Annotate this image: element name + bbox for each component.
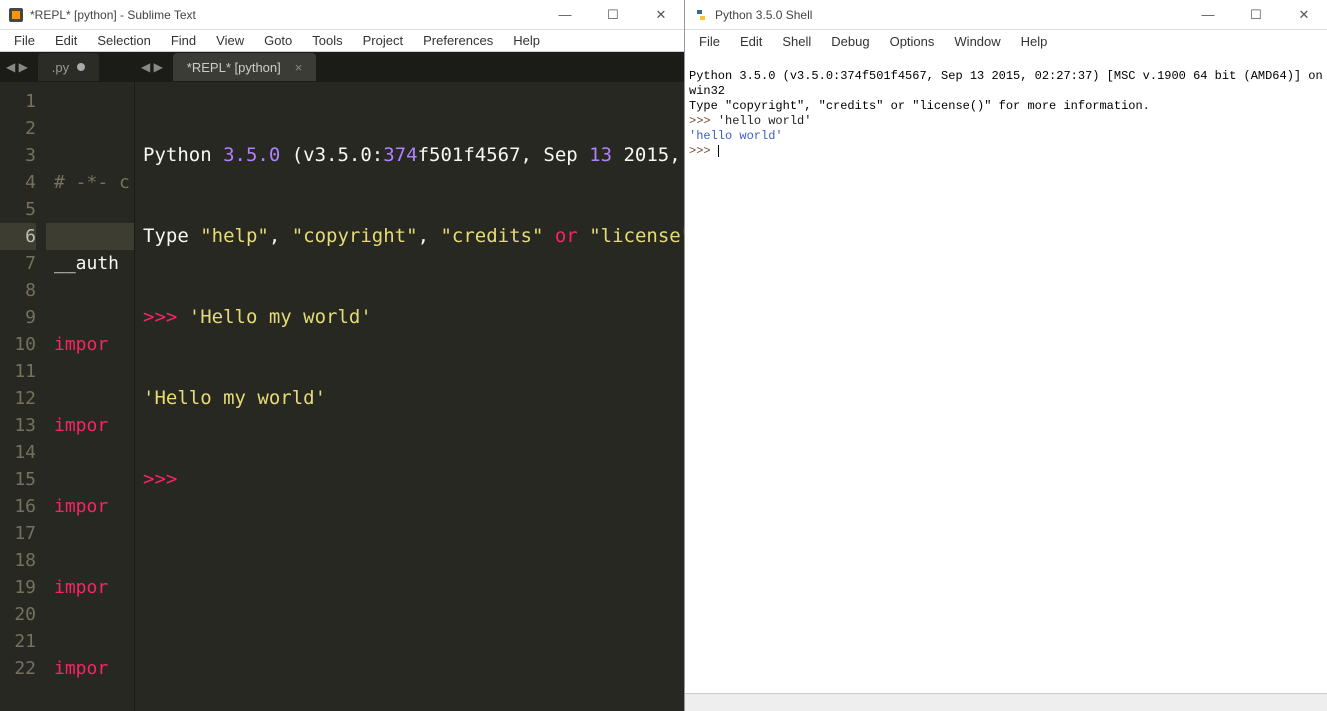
menu-debug[interactable]: Debug [821, 32, 879, 51]
menu-find[interactable]: Find [161, 31, 206, 50]
minimize-button[interactable]: — [1193, 7, 1223, 23]
sublime-title: *REPL* [python] - Sublime Text [30, 8, 550, 22]
idle-window: Python 3.5.0 Shell — ☐ ✕ File Edit Shell… [684, 0, 1327, 711]
idle-output: 'hello world' [689, 129, 783, 143]
menu-help[interactable]: Help [1011, 32, 1058, 51]
sublime-titlebar[interactable]: *REPL* [python] - Sublime Text — ☐ ✕ [0, 0, 684, 30]
repl-output[interactable]: Python 3.5.0 (v3.5.0:374f501f4567, Sep 1… [135, 82, 684, 711]
idle-titlebar[interactable]: Python 3.5.0 Shell — ☐ ✕ [685, 0, 1327, 30]
line-gutter: 1 2 3 4 5 6 7 8 9 10 11 12 13 14 15 16 1 [0, 82, 46, 711]
right-editor-group: ◀ ▶ *REPL* [python] × Python 3.5.0 (v3.5… [135, 52, 684, 711]
sublime-body: ◀ ▶ .py 1 2 3 4 5 6 7 8 9 10 [0, 52, 684, 711]
idle-user-input: 'hello world' [718, 114, 812, 128]
window-controls: — ☐ ✕ [1193, 7, 1319, 23]
tab-py-file[interactable]: .py [38, 53, 99, 81]
menu-window[interactable]: Window [944, 32, 1010, 51]
text-cursor-icon [718, 145, 719, 157]
left-tab-row: ◀ ▶ .py [0, 52, 134, 82]
left-code[interactable]: # -*- c __auth impor impor impor impor i… [46, 82, 134, 711]
repl-type-line: Type "help", "copyright", "credits" or "… [143, 223, 684, 250]
sublime-menubar: File Edit Selection Find View Goto Tools… [0, 30, 684, 52]
menu-selection[interactable]: Selection [87, 31, 160, 50]
tab-close-icon[interactable]: × [295, 60, 303, 75]
close-button[interactable]: ✕ [1289, 7, 1319, 23]
menu-preferences[interactable]: Preferences [413, 31, 503, 50]
menu-file[interactable]: File [689, 32, 730, 51]
idle-prompt: >>> [689, 114, 718, 128]
menu-options[interactable]: Options [880, 32, 945, 51]
sublime-window: *REPL* [python] - Sublime Text — ☐ ✕ Fil… [0, 0, 684, 711]
tab-label: *REPL* [python] [187, 60, 281, 75]
dirty-indicator-icon [77, 63, 85, 71]
close-button[interactable]: ✕ [646, 7, 676, 23]
left-editor[interactable]: 1 2 3 4 5 6 7 8 9 10 11 12 13 14 15 16 1 [0, 82, 134, 711]
menu-goto[interactable]: Goto [254, 31, 302, 50]
menu-tools[interactable]: Tools [302, 31, 352, 50]
left-editor-group: ◀ ▶ .py 1 2 3 4 5 6 7 8 9 10 [0, 52, 135, 711]
menu-edit[interactable]: Edit [45, 31, 87, 50]
tab-repl[interactable]: *REPL* [python] × [173, 53, 317, 81]
minimize-button[interactable]: — [550, 7, 580, 23]
menu-project[interactable]: Project [353, 31, 413, 50]
idle-type-line: Type "copyright", "credits" or "license(… [689, 99, 1150, 113]
tab-label: .py [52, 60, 69, 75]
right-tab-row: ◀ ▶ *REPL* [python] × [135, 52, 684, 82]
idle-prompt: >>> [689, 144, 718, 158]
menu-shell[interactable]: Shell [772, 32, 821, 51]
repl-input-line: >>> 'Hello my world' [143, 304, 684, 331]
sublime-app-icon [8, 7, 24, 23]
idle-statusbar [685, 693, 1327, 711]
group-nav-icon[interactable]: ◀ ▶ [0, 60, 34, 74]
repl-output-line: 'Hello my world' [143, 385, 684, 412]
menu-file[interactable]: File [4, 31, 45, 50]
repl-prompt: >>> [143, 466, 684, 493]
maximize-button[interactable]: ☐ [1241, 7, 1271, 23]
repl-editor[interactable]: Python 3.5.0 (v3.5.0:374f501f4567, Sep 1… [135, 82, 684, 711]
python-app-icon [693, 7, 709, 23]
menu-help[interactable]: Help [503, 31, 550, 50]
menu-edit[interactable]: Edit [730, 32, 772, 51]
maximize-button[interactable]: ☐ [598, 7, 628, 23]
window-controls: — ☐ ✕ [550, 7, 676, 23]
repl-header-line: Python 3.5.0 (v3.5.0:374f501f4567, Sep 1… [143, 142, 684, 169]
menu-view[interactable]: View [206, 31, 254, 50]
idle-shell-text[interactable]: Python 3.5.0 (v3.5.0:374f501f4567, Sep 1… [685, 52, 1327, 693]
idle-header-line: Python 3.5.0 (v3.5.0:374f501f4567, Sep 1… [689, 69, 1327, 98]
idle-menubar: File Edit Shell Debug Options Window Hel… [685, 30, 1327, 52]
idle-title: Python 3.5.0 Shell [715, 8, 1193, 22]
group-nav-icon[interactable]: ◀ ▶ [135, 60, 169, 74]
